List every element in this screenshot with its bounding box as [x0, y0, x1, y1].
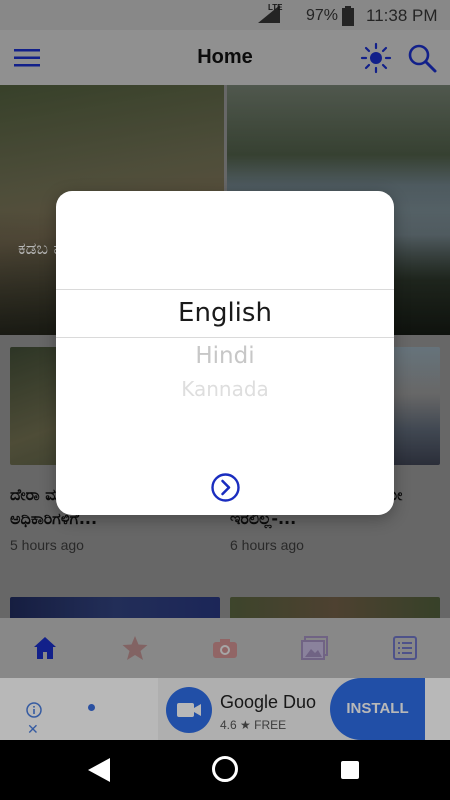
back-icon[interactable]: [88, 758, 110, 782]
picker-divider: [56, 337, 394, 338]
picker-divider: [56, 289, 394, 290]
recents-button[interactable]: [341, 761, 359, 779]
language-option-selected[interactable]: English: [56, 298, 394, 328]
home-button[interactable]: [212, 756, 238, 782]
system-nav-bar: [0, 740, 450, 800]
language-picker-dialog: English Hindi Kannada: [56, 191, 394, 515]
language-option[interactable]: Hindi: [56, 343, 394, 369]
arrow-right-circle-icon[interactable]: [211, 473, 240, 502]
language-option[interactable]: Kannada: [56, 377, 394, 401]
